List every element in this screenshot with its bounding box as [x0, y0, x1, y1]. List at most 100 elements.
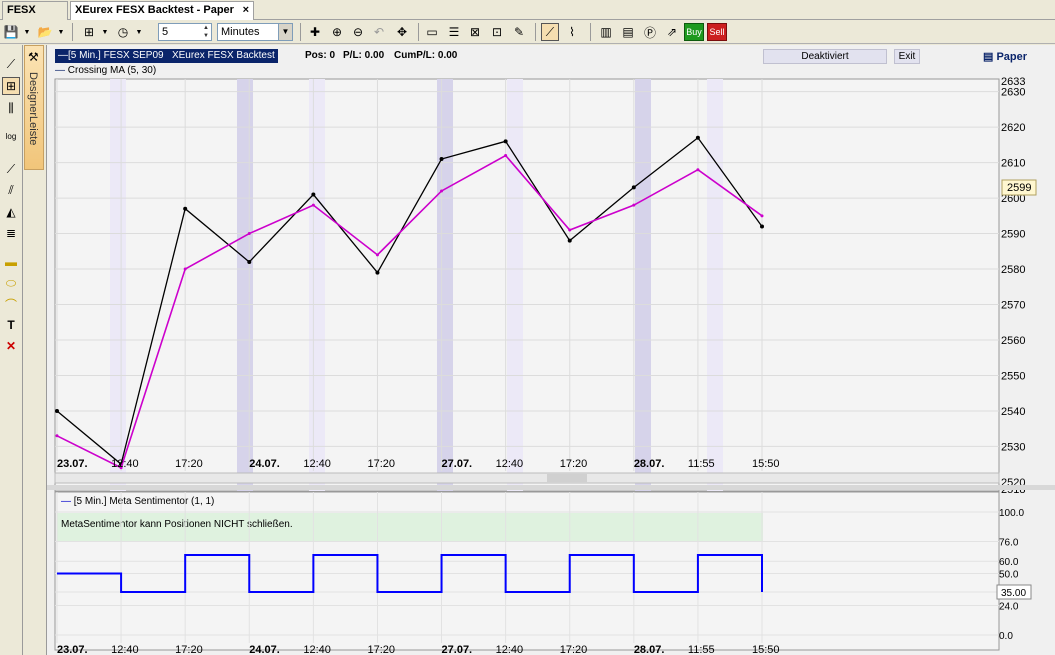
toolbar-separator	[418, 23, 419, 41]
spin-arrows-icon[interactable]: ▲ ▼	[201, 24, 211, 40]
chevron-down-icon[interactable]: ▼	[134, 23, 144, 41]
undo-icon[interactable]: ↶	[370, 23, 388, 41]
trendline-icon[interactable]: ⟋	[2, 160, 20, 178]
toolbar-separator	[72, 23, 73, 41]
area-icon[interactable]: ◭	[2, 203, 20, 221]
sentiment-x-tick-label: 11:55	[688, 644, 715, 655]
price-y-tick-label: 2580	[1001, 264, 1025, 276]
price-x-tick-label: 12:40	[303, 458, 331, 470]
sentiment-x-tick-label: 17:20	[367, 644, 395, 655]
tab-label: XEurex FESX Backtest - Paper	[75, 4, 234, 16]
price-x-tick-label: 12:40	[111, 458, 139, 470]
edit-icon[interactable]: ✎	[510, 23, 528, 41]
buy-button[interactable]: Buy	[684, 23, 704, 41]
ps-icon[interactable]: Ⓟ	[641, 23, 659, 41]
session-band	[110, 79, 126, 491]
open-folder-icon[interactable]: 📂	[36, 23, 54, 41]
crosshair-icon[interactable]: ✚	[306, 23, 324, 41]
toolbar: 💾 ▼ 📂 ▼ ⊞ ▼ ◷ ▼ 5 ▲ ▼ Minutes ▼ ✚ ⊕ ⊖ ↶ ✥ ▭…	[0, 20, 1055, 44]
price-plot-area	[54, 78, 1000, 492]
designer-sidebar-tab[interactable]: ⚒ DesignerLeiste	[24, 45, 44, 170]
channel-icon[interactable]: ⫽	[2, 181, 20, 199]
log-scale-icon[interactable]: log	[2, 127, 20, 145]
sentiment-y-tick-label: 24.0	[999, 601, 1019, 612]
price-y-tick-label: 2630	[1001, 87, 1025, 99]
zoom-in-icon[interactable]: ⊕	[328, 23, 346, 41]
zoom-out-icon[interactable]: ⊖	[349, 23, 367, 41]
sentiment-note: MetaSentimentor kann Positionen NICHT sc…	[61, 519, 293, 530]
chart-window: —[5 Min.] FESX SEP09 XEurex FESX Backtes…	[46, 45, 1055, 655]
session-band	[309, 79, 325, 491]
price-y-tick-label: 2560	[1001, 335, 1025, 347]
add-indicator-icon[interactable]: ⊞	[2, 77, 20, 95]
chevron-down-icon[interactable]: ▼	[56, 23, 66, 41]
sell-button[interactable]: Sell	[707, 23, 727, 41]
interval-stepper[interactable]: 5 ▲ ▼	[158, 23, 212, 41]
clock-icon[interactable]: ◷	[114, 23, 132, 41]
close-box-icon[interactable]: ⊠	[466, 23, 484, 41]
chevron-down-icon[interactable]: ▼	[100, 23, 110, 41]
sentiment-x-tick-label: 12:40	[496, 644, 524, 655]
tab-fesx-sep09[interactable]: FESX SEP09	[2, 1, 68, 33]
tools-icon: ⚒	[28, 50, 39, 64]
move-icon[interactable]: ✥	[393, 23, 411, 41]
price-x-tick-label: 12:40	[496, 458, 524, 470]
price-x-tick-label: 15:50	[752, 458, 780, 470]
drawing-tools-palette: ⟋ ⊞ ⫼ log ⟋ ⫽ ◭ ≣ ▬ ⬭ ⌒ T ✕	[0, 45, 23, 655]
sell-label: Sell	[709, 27, 725, 37]
close-icon[interactable]: ×	[243, 2, 249, 19]
arc-icon[interactable]: ⌒	[2, 295, 20, 313]
price-y-tick-label: 2620	[1001, 122, 1025, 134]
sentiment-y-tick-label: 50.0	[999, 570, 1019, 581]
sentiment-x-tick-label: 12:40	[303, 644, 331, 655]
panel-splitter[interactable]	[47, 485, 1055, 490]
price-x-tick-label: 28.07.	[634, 458, 665, 470]
price-y-tick-label: 2540	[1001, 406, 1025, 418]
line-chart-icon[interactable]: ⟋	[2, 55, 20, 73]
candlestick-icon[interactable]: ⫼	[2, 99, 20, 117]
unit-value: Minutes	[221, 26, 260, 38]
price-y-tick-label: 2530	[1001, 441, 1025, 453]
price-y-tick-label: 2570	[1001, 300, 1025, 312]
sentiment-x-tick-label: 24.07.	[249, 644, 280, 655]
bar-chart-icon[interactable]: ▤	[619, 23, 637, 41]
list-icon[interactable]: ☰	[445, 23, 463, 41]
chevron-down-icon[interactable]: ▼	[22, 23, 32, 41]
designer-label: DesignerLeiste	[27, 72, 39, 146]
unit-select[interactable]: Minutes ▼	[217, 23, 293, 41]
last-sentiment-label: 35.00	[1001, 588, 1026, 599]
chevron-down-icon[interactable]: ▼	[278, 24, 292, 40]
window-icon[interactable]: ▭	[423, 23, 441, 41]
scrollbar-thumb[interactable]	[547, 474, 587, 482]
session-band	[507, 79, 523, 491]
delete-icon[interactable]: ✕	[2, 337, 20, 355]
price-x-tick-label: 11:55	[688, 458, 715, 470]
sentiment-x-tick-label: 12:40	[111, 644, 139, 655]
horizontal-scrollbar[interactable]	[54, 472, 1000, 484]
price-x-tick-label: 23.07.	[57, 458, 88, 470]
rectangle-icon[interactable]: ▬	[2, 253, 20, 271]
fib-icon[interactable]: ≣	[2, 224, 20, 242]
price-x-tick-label: 24.07.	[249, 458, 280, 470]
session-band	[437, 79, 453, 491]
chart-type-icon[interactable]: ⊞	[80, 23, 98, 41]
indicator-icon[interactable]: ⇗	[663, 23, 681, 41]
tab-backtest-paper[interactable]: XEurex FESX Backtest - Paper ×	[70, 1, 254, 20]
buy-label: Buy	[686, 27, 702, 37]
toolbar-separator	[535, 23, 536, 41]
chart-box-icon[interactable]: ⊡	[488, 23, 506, 41]
save-icon[interactable]: 💾	[2, 23, 20, 41]
price-and-sentiment-chart[interactable]: 2633263026202610260025902580257025602550…	[47, 45, 1055, 655]
price-y-tick-label: 2590	[1001, 229, 1025, 241]
sentiment-x-tick-label: 23.07.	[57, 644, 88, 655]
draw-chart-icon[interactable]: ⟋	[541, 23, 559, 41]
columns-icon[interactable]: ▥	[597, 23, 615, 41]
text-icon[interactable]: T	[2, 316, 20, 334]
ellipse-icon[interactable]: ⬭	[2, 274, 20, 292]
sentiment-title: — [5 Min.] Meta Sentimentor (1, 1)	[61, 496, 214, 507]
interval-value: 5	[162, 26, 169, 38]
session-band	[707, 79, 723, 491]
price-x-tick-label: 27.07.	[442, 458, 473, 470]
trend-icon[interactable]: ⌇	[563, 23, 581, 41]
toolbar-separator	[300, 23, 301, 41]
